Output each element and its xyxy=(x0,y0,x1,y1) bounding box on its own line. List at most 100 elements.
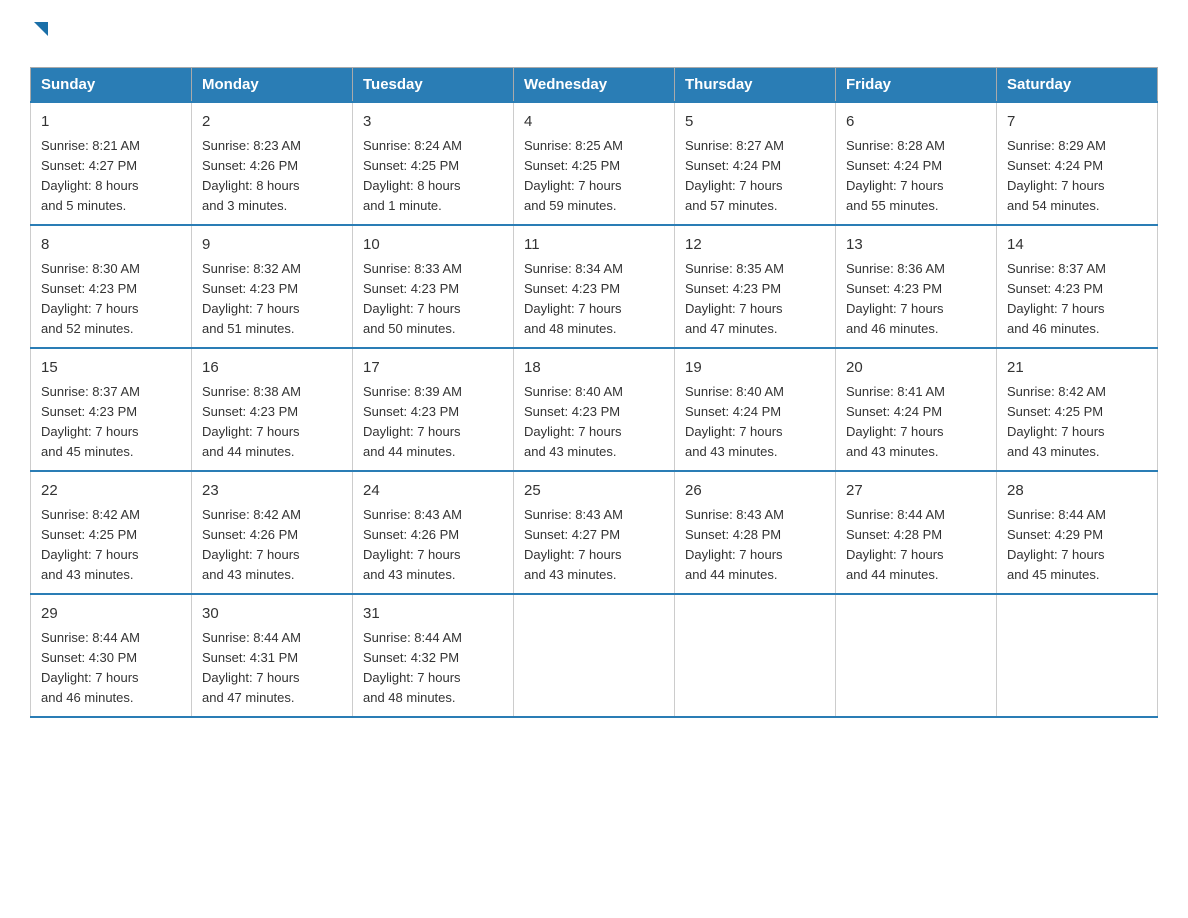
day-number: 19 xyxy=(685,357,825,380)
day-number: 29 xyxy=(41,603,181,626)
calendar-cell: 29 Sunrise: 8:44 AMSunset: 4:30 PMDaylig… xyxy=(31,594,192,717)
day-info: Sunrise: 8:43 AMSunset: 4:26 PMDaylight:… xyxy=(363,507,462,582)
calendar-cell: 10 Sunrise: 8:33 AMSunset: 4:23 PMDaylig… xyxy=(353,225,514,348)
day-info: Sunrise: 8:44 AMSunset: 4:28 PMDaylight:… xyxy=(846,507,945,582)
calendar-week-row: 29 Sunrise: 8:44 AMSunset: 4:30 PMDaylig… xyxy=(31,594,1158,717)
day-info: Sunrise: 8:37 AMSunset: 4:23 PMDaylight:… xyxy=(1007,261,1106,336)
day-info: Sunrise: 8:30 AMSunset: 4:23 PMDaylight:… xyxy=(41,261,140,336)
calendar-cell: 2 Sunrise: 8:23 AMSunset: 4:26 PMDayligh… xyxy=(192,102,353,225)
calendar-cell: 13 Sunrise: 8:36 AMSunset: 4:23 PMDaylig… xyxy=(836,225,997,348)
day-info: Sunrise: 8:21 AMSunset: 4:27 PMDaylight:… xyxy=(41,138,140,213)
day-number: 12 xyxy=(685,234,825,257)
calendar-cell: 22 Sunrise: 8:42 AMSunset: 4:25 PMDaylig… xyxy=(31,471,192,594)
day-number: 1 xyxy=(41,111,181,134)
day-number: 28 xyxy=(1007,480,1147,503)
calendar-cell: 4 Sunrise: 8:25 AMSunset: 4:25 PMDayligh… xyxy=(514,102,675,225)
day-number: 26 xyxy=(685,480,825,503)
day-number: 22 xyxy=(41,480,181,503)
col-header-tuesday: Tuesday xyxy=(353,68,514,103)
calendar-body: 1 Sunrise: 8:21 AMSunset: 4:27 PMDayligh… xyxy=(31,102,1158,717)
calendar-cell: 6 Sunrise: 8:28 AMSunset: 4:24 PMDayligh… xyxy=(836,102,997,225)
day-number: 25 xyxy=(524,480,664,503)
day-number: 9 xyxy=(202,234,342,257)
day-info: Sunrise: 8:37 AMSunset: 4:23 PMDaylight:… xyxy=(41,384,140,459)
col-header-sunday: Sunday xyxy=(31,68,192,103)
day-info: Sunrise: 8:23 AMSunset: 4:26 PMDaylight:… xyxy=(202,138,301,213)
day-number: 6 xyxy=(846,111,986,134)
day-number: 21 xyxy=(1007,357,1147,380)
day-info: Sunrise: 8:36 AMSunset: 4:23 PMDaylight:… xyxy=(846,261,945,336)
day-info: Sunrise: 8:42 AMSunset: 4:25 PMDaylight:… xyxy=(1007,384,1106,459)
day-info: Sunrise: 8:25 AMSunset: 4:25 PMDaylight:… xyxy=(524,138,623,213)
day-number: 7 xyxy=(1007,111,1147,134)
day-info: Sunrise: 8:33 AMSunset: 4:23 PMDaylight:… xyxy=(363,261,462,336)
day-info: Sunrise: 8:43 AMSunset: 4:28 PMDaylight:… xyxy=(685,507,784,582)
day-number: 31 xyxy=(363,603,503,626)
calendar-cell: 7 Sunrise: 8:29 AMSunset: 4:24 PMDayligh… xyxy=(997,102,1158,225)
calendar-cell: 31 Sunrise: 8:44 AMSunset: 4:32 PMDaylig… xyxy=(353,594,514,717)
calendar-week-row: 15 Sunrise: 8:37 AMSunset: 4:23 PMDaylig… xyxy=(31,348,1158,471)
day-info: Sunrise: 8:29 AMSunset: 4:24 PMDaylight:… xyxy=(1007,138,1106,213)
calendar-cell: 24 Sunrise: 8:43 AMSunset: 4:26 PMDaylig… xyxy=(353,471,514,594)
calendar-cell xyxy=(675,594,836,717)
day-number: 27 xyxy=(846,480,986,503)
day-number: 11 xyxy=(524,234,664,257)
calendar-cell: 17 Sunrise: 8:39 AMSunset: 4:23 PMDaylig… xyxy=(353,348,514,471)
calendar-table: Sunday Monday Tuesday Wednesday Thursday… xyxy=(30,67,1158,718)
day-number: 23 xyxy=(202,480,342,503)
day-number: 17 xyxy=(363,357,503,380)
day-number: 2 xyxy=(202,111,342,134)
day-number: 15 xyxy=(41,357,181,380)
day-info: Sunrise: 8:42 AMSunset: 4:25 PMDaylight:… xyxy=(41,507,140,582)
calendar-cell: 18 Sunrise: 8:40 AMSunset: 4:23 PMDaylig… xyxy=(514,348,675,471)
day-info: Sunrise: 8:43 AMSunset: 4:27 PMDaylight:… xyxy=(524,507,623,582)
day-number: 13 xyxy=(846,234,986,257)
day-number: 20 xyxy=(846,357,986,380)
calendar-cell: 11 Sunrise: 8:34 AMSunset: 4:23 PMDaylig… xyxy=(514,225,675,348)
day-info: Sunrise: 8:24 AMSunset: 4:25 PMDaylight:… xyxy=(363,138,462,213)
day-info: Sunrise: 8:44 AMSunset: 4:30 PMDaylight:… xyxy=(41,630,140,705)
day-number: 3 xyxy=(363,111,503,134)
day-info: Sunrise: 8:40 AMSunset: 4:23 PMDaylight:… xyxy=(524,384,623,459)
col-header-monday: Monday xyxy=(192,68,353,103)
calendar-cell: 28 Sunrise: 8:44 AMSunset: 4:29 PMDaylig… xyxy=(997,471,1158,594)
calendar-cell xyxy=(836,594,997,717)
calendar-cell: 26 Sunrise: 8:43 AMSunset: 4:28 PMDaylig… xyxy=(675,471,836,594)
day-number: 4 xyxy=(524,111,664,134)
calendar-cell: 3 Sunrise: 8:24 AMSunset: 4:25 PMDayligh… xyxy=(353,102,514,225)
calendar-cell: 25 Sunrise: 8:43 AMSunset: 4:27 PMDaylig… xyxy=(514,471,675,594)
calendar-cell: 16 Sunrise: 8:38 AMSunset: 4:23 PMDaylig… xyxy=(192,348,353,471)
day-info: Sunrise: 8:28 AMSunset: 4:24 PMDaylight:… xyxy=(846,138,945,213)
col-header-wednesday: Wednesday xyxy=(514,68,675,103)
calendar-cell: 5 Sunrise: 8:27 AMSunset: 4:24 PMDayligh… xyxy=(675,102,836,225)
calendar-week-row: 1 Sunrise: 8:21 AMSunset: 4:27 PMDayligh… xyxy=(31,102,1158,225)
day-info: Sunrise: 8:41 AMSunset: 4:24 PMDaylight:… xyxy=(846,384,945,459)
calendar-week-row: 8 Sunrise: 8:30 AMSunset: 4:23 PMDayligh… xyxy=(31,225,1158,348)
calendar-cell: 30 Sunrise: 8:44 AMSunset: 4:31 PMDaylig… xyxy=(192,594,353,717)
calendar-week-row: 22 Sunrise: 8:42 AMSunset: 4:25 PMDaylig… xyxy=(31,471,1158,594)
calendar-cell: 19 Sunrise: 8:40 AMSunset: 4:24 PMDaylig… xyxy=(675,348,836,471)
calendar-cell: 21 Sunrise: 8:42 AMSunset: 4:25 PMDaylig… xyxy=(997,348,1158,471)
day-number: 5 xyxy=(685,111,825,134)
calendar-cell: 27 Sunrise: 8:44 AMSunset: 4:28 PMDaylig… xyxy=(836,471,997,594)
day-number: 10 xyxy=(363,234,503,257)
day-info: Sunrise: 8:40 AMSunset: 4:24 PMDaylight:… xyxy=(685,384,784,459)
day-info: Sunrise: 8:34 AMSunset: 4:23 PMDaylight:… xyxy=(524,261,623,336)
calendar-cell xyxy=(514,594,675,717)
day-info: Sunrise: 8:44 AMSunset: 4:29 PMDaylight:… xyxy=(1007,507,1106,582)
day-number: 8 xyxy=(41,234,181,257)
calendar-cell xyxy=(997,594,1158,717)
col-header-saturday: Saturday xyxy=(997,68,1158,103)
day-number: 14 xyxy=(1007,234,1147,257)
calendar-cell: 9 Sunrise: 8:32 AMSunset: 4:23 PMDayligh… xyxy=(192,225,353,348)
day-info: Sunrise: 8:35 AMSunset: 4:23 PMDaylight:… xyxy=(685,261,784,336)
col-header-thursday: Thursday xyxy=(675,68,836,103)
day-info: Sunrise: 8:44 AMSunset: 4:32 PMDaylight:… xyxy=(363,630,462,705)
calendar-cell: 12 Sunrise: 8:35 AMSunset: 4:23 PMDaylig… xyxy=(675,225,836,348)
logo xyxy=(30,20,52,47)
calendar-cell: 20 Sunrise: 8:41 AMSunset: 4:24 PMDaylig… xyxy=(836,348,997,471)
day-number: 18 xyxy=(524,357,664,380)
day-info: Sunrise: 8:27 AMSunset: 4:24 PMDaylight:… xyxy=(685,138,784,213)
day-number: 16 xyxy=(202,357,342,380)
calendar-cell: 1 Sunrise: 8:21 AMSunset: 4:27 PMDayligh… xyxy=(31,102,192,225)
